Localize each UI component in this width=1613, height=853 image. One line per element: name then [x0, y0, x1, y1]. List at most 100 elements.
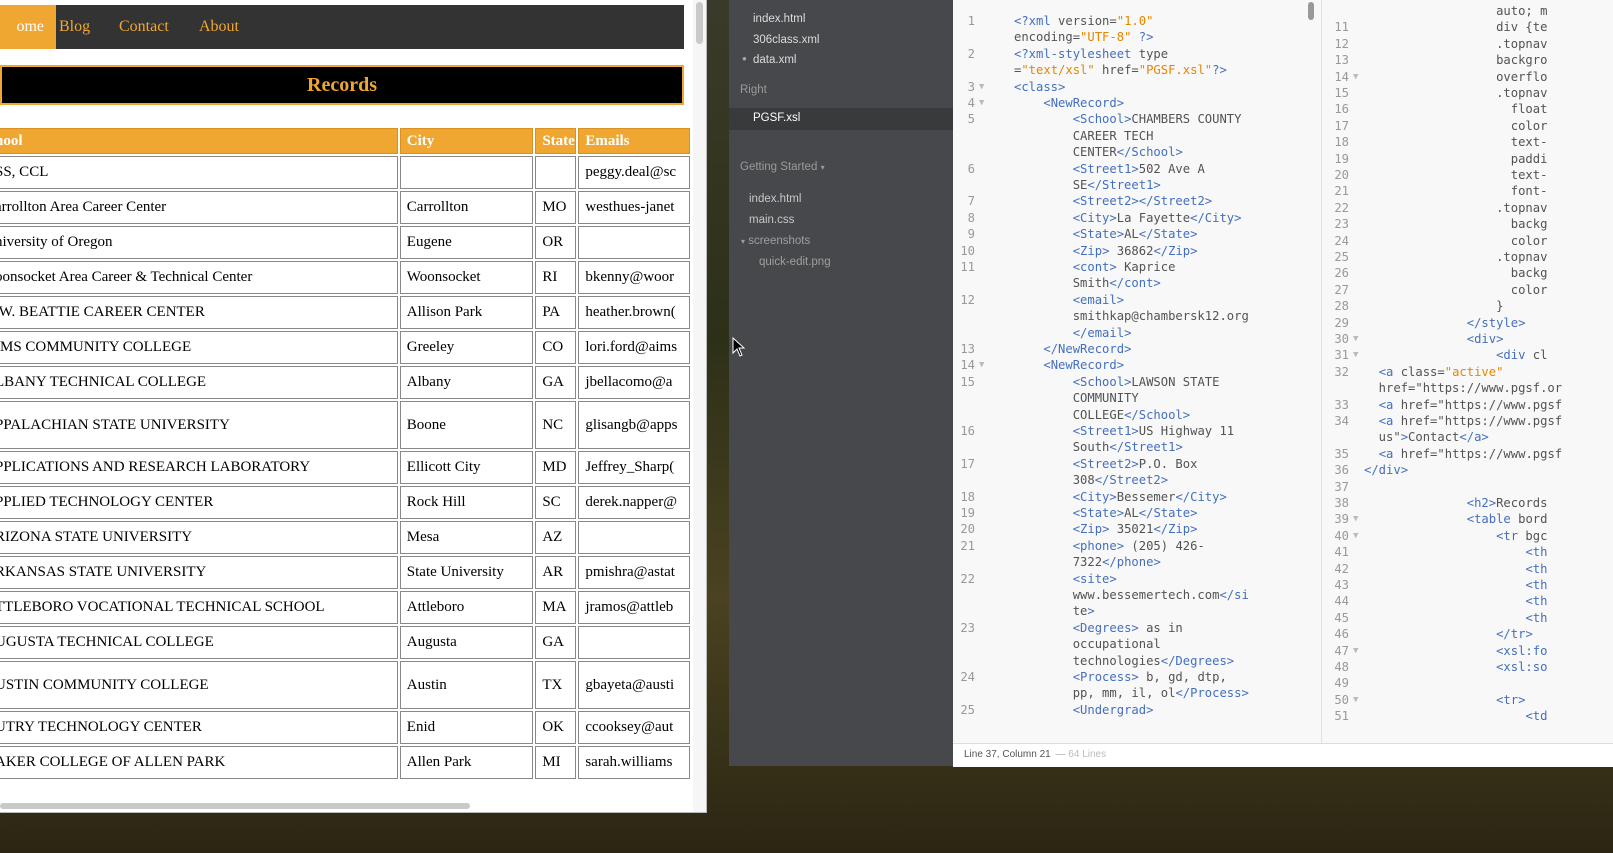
code-line[interactable]: <xsl:fo — [1364, 644, 1547, 658]
horizontal-scrollbar-thumb[interactable] — [0, 803, 470, 809]
editor-pane-right[interactable]: auto; m 11 div {te 12 .topnav 13 backgro 14 ▼… — [1321, 0, 1613, 743]
code-line[interactable]: .topnav — [1364, 201, 1547, 215]
code-line[interactable]: href="https://www.pgsf.or — [1364, 381, 1562, 395]
code-line[interactable]: <a href="https://www.pgsf — [1364, 398, 1562, 412]
code-line[interactable]: backg — [1364, 266, 1548, 280]
code-line[interactable]: color — [1364, 119, 1548, 133]
nav-link-about[interactable]: About — [199, 5, 239, 49]
code-line[interactable]: <Zip> 35021</Zip> — [1014, 522, 1198, 536]
fold-arrow-icon[interactable]: ▼ — [1353, 695, 1358, 705]
folder-screenshots[interactable]: ▾ screenshots — [741, 235, 810, 247]
code-line[interactable]: <Street2></Street2> — [1014, 194, 1212, 208]
code-line[interactable]: <div cl — [1364, 348, 1547, 362]
code-line[interactable]: <th — [1364, 594, 1547, 608]
code-line[interactable]: <City>La Fayette</City> — [1014, 211, 1242, 225]
code-line[interactable]: <NewRecord> — [1014, 358, 1124, 372]
code-line[interactable]: <City>Bessemer</City> — [1014, 490, 1227, 504]
scrollbar-thumb[interactable] — [696, 2, 703, 44]
code-line[interactable]: <State>AL</State> — [1014, 506, 1198, 520]
code-line[interactable]: <tr> — [1364, 693, 1525, 707]
code-line[interactable]: <Undergrad> — [1014, 703, 1154, 717]
code-line[interactable]: <?xml-stylesheet type — [1014, 47, 1168, 61]
working-file-data-xml[interactable]: data.xml — [753, 54, 796, 66]
code-line[interactable]: <School>LAWSON STATE — [1014, 375, 1220, 389]
code-line[interactable]: occupational — [1014, 637, 1161, 651]
code-line[interactable]: </tr> — [1364, 627, 1533, 641]
fold-arrow-icon[interactable]: ▼ — [1353, 514, 1358, 524]
code-line[interactable]: color — [1364, 283, 1548, 297]
fold-arrow-icon[interactable]: ▼ — [979, 82, 984, 92]
code-line[interactable]: <Degrees> as in — [1014, 621, 1183, 635]
code-line[interactable]: <State>AL</State> — [1014, 227, 1198, 241]
code-line[interactable]: <phone> (205) 426- — [1014, 539, 1205, 553]
code-line[interactable]: 308</Street2> — [1014, 473, 1168, 487]
code-line[interactable]: te> — [1014, 604, 1095, 618]
code-line[interactable]: .topnav — [1364, 250, 1547, 264]
folder-file-quick-edit-png[interactable]: quick-edit.png — [759, 256, 831, 268]
code-line[interactable]: www.bessemertech.com</si — [1014, 588, 1249, 602]
code-line[interactable]: } — [1364, 299, 1503, 313]
code-line[interactable]: COLLEGE</School> — [1014, 408, 1190, 422]
working-file-pgsf-xsl[interactable]: PGSF.xsl — [753, 112, 800, 124]
editor-scrollbar-thumb[interactable] — [1308, 2, 1314, 20]
code-line[interactable]: paddi — [1364, 152, 1548, 166]
code-line[interactable]: CENTER</School> — [1014, 145, 1183, 159]
code-line[interactable]: <Street1>502 Ave A — [1014, 162, 1205, 176]
code-line[interactable]: 7322</phone> — [1014, 555, 1161, 569]
working-file-306class-xml[interactable]: 306class.xml — [753, 34, 819, 46]
code-line[interactable]: SE</Street1> — [1014, 178, 1161, 192]
code-line[interactable]: <Zip> 36862</Zip> — [1014, 244, 1198, 258]
code-line[interactable]: </NewRecord> — [1014, 342, 1131, 356]
code-line[interactable]: <Process> b, gd, dtp, — [1014, 670, 1227, 684]
code-line[interactable]: <NewRecord> — [1014, 96, 1124, 110]
fold-arrow-icon[interactable]: ▼ — [979, 360, 984, 370]
code-line[interactable]: <th — [1364, 545, 1547, 559]
code-line[interactable]: <tr bgc — [1364, 529, 1547, 543]
fold-arrow-icon[interactable]: ▼ — [1353, 350, 1358, 360]
working-file-index-html[interactable]: index.html — [753, 13, 805, 25]
code-line[interactable]: <a href="https://www.pgsf — [1364, 447, 1562, 461]
editor-pane-left[interactable]: 1 <?xml version="1.0" encoding="UTF-8" ?> 2… — [953, 0, 1319, 743]
project-file-main-css[interactable]: main.css — [749, 214, 794, 226]
code-line[interactable]: <class> — [1014, 80, 1065, 94]
code-line[interactable]: backg — [1364, 217, 1548, 231]
code-line[interactable]: .topnav — [1364, 86, 1547, 100]
code-line[interactable]: .topnav — [1364, 37, 1547, 51]
code-line[interactable]: div {te — [1364, 20, 1547, 34]
code-line[interactable]: ="text/xsl" href="PGSF.xsl"?> — [1014, 63, 1227, 77]
code-line[interactable]: text- — [1364, 135, 1548, 149]
code-line[interactable]: COMMUNITY — [1014, 391, 1139, 405]
fold-arrow-icon[interactable]: ▼ — [979, 98, 984, 108]
fold-arrow-icon[interactable]: ▼ — [1353, 72, 1358, 82]
code-line[interactable]: <School>CHAMBERS COUNTY — [1014, 112, 1242, 126]
vertical-scrollbar[interactable] — [693, 0, 706, 812]
code-line[interactable]: float — [1364, 102, 1548, 116]
code-line[interactable]: Smith</cont> — [1014, 276, 1161, 290]
code-line[interactable]: <h2>Records — [1364, 496, 1548, 510]
code-line[interactable]: us">Contact</a> — [1364, 430, 1489, 444]
code-line[interactable]: encoding="UTF-8" ?> — [1014, 30, 1153, 44]
code-line[interactable]: pp, mm, il, ol</Process> — [1014, 686, 1249, 700]
code-line[interactable]: <Street2>P.O. Box — [1014, 457, 1198, 471]
code-line[interactable]: <xsl:so — [1364, 660, 1547, 674]
code-line[interactable]: <Street1>US Highway 11 — [1014, 424, 1234, 438]
code-line[interactable]: <th — [1364, 562, 1547, 576]
code-line[interactable]: <cont> Kaprice — [1014, 260, 1176, 274]
code-line[interactable]: text- — [1364, 168, 1548, 182]
project-dropdown[interactable]: Getting Started ▾ — [740, 161, 825, 173]
code-line[interactable]: <th — [1364, 611, 1547, 625]
code-line[interactable]: </div> — [1364, 463, 1408, 477]
code-line[interactable]: font- — [1364, 184, 1548, 198]
code-line[interactable]: <div> — [1364, 332, 1504, 346]
nav-link-contact[interactable]: Contact — [119, 5, 169, 49]
code-line[interactable]: <email> — [1014, 293, 1124, 307]
code-line[interactable]: smithkap@chambersk12.org — [1014, 309, 1249, 323]
code-line[interactable]: auto; m — [1364, 4, 1547, 18]
code-line[interactable]: color — [1364, 234, 1548, 248]
code-line[interactable]: <a class="active" — [1364, 365, 1504, 379]
code-line[interactable]: overflo — [1364, 70, 1547, 84]
code-line[interactable]: <site> — [1014, 572, 1117, 586]
code-line[interactable]: <th — [1364, 578, 1547, 592]
project-file-index-html[interactable]: index.html — [749, 193, 801, 205]
code-line[interactable]: <?xml version="1.0" — [1014, 14, 1153, 28]
